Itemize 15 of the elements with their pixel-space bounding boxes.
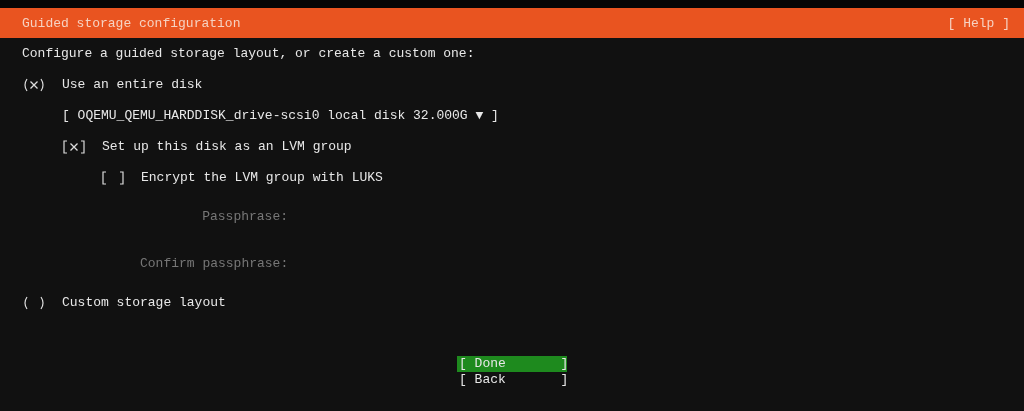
checkbox-label[interactable]: Set up this disk as an LVM group xyxy=(102,139,352,154)
back-button[interactable]: [ Back ] xyxy=(457,372,567,388)
checkbox[interactable] xyxy=(62,139,86,154)
option-label[interactable]: Custom storage layout xyxy=(62,295,226,310)
checkbox[interactable] xyxy=(101,170,125,185)
option-label[interactable]: Use an entire disk xyxy=(62,77,203,92)
radio-button[interactable] xyxy=(22,295,46,310)
disk-dropdown[interactable]: [ OQEMU_QEMU_HARDDISK_drive-scsi0 local disk 32.000G ▼ ] xyxy=(62,108,499,123)
intro-text: Configure a guided storage layout, or create a custom one: xyxy=(22,45,476,63)
field-label: Passphrase: xyxy=(201,209,288,224)
screen-title: Guided storage configuration xyxy=(22,15,241,31)
radio-button[interactable] xyxy=(22,77,46,92)
done-button[interactable]: [ Done ] xyxy=(457,356,567,372)
field-label: Confirm passphrase: xyxy=(140,256,288,271)
checkbox-label[interactable]: Encrypt the LVM group with LUKS xyxy=(141,170,383,185)
